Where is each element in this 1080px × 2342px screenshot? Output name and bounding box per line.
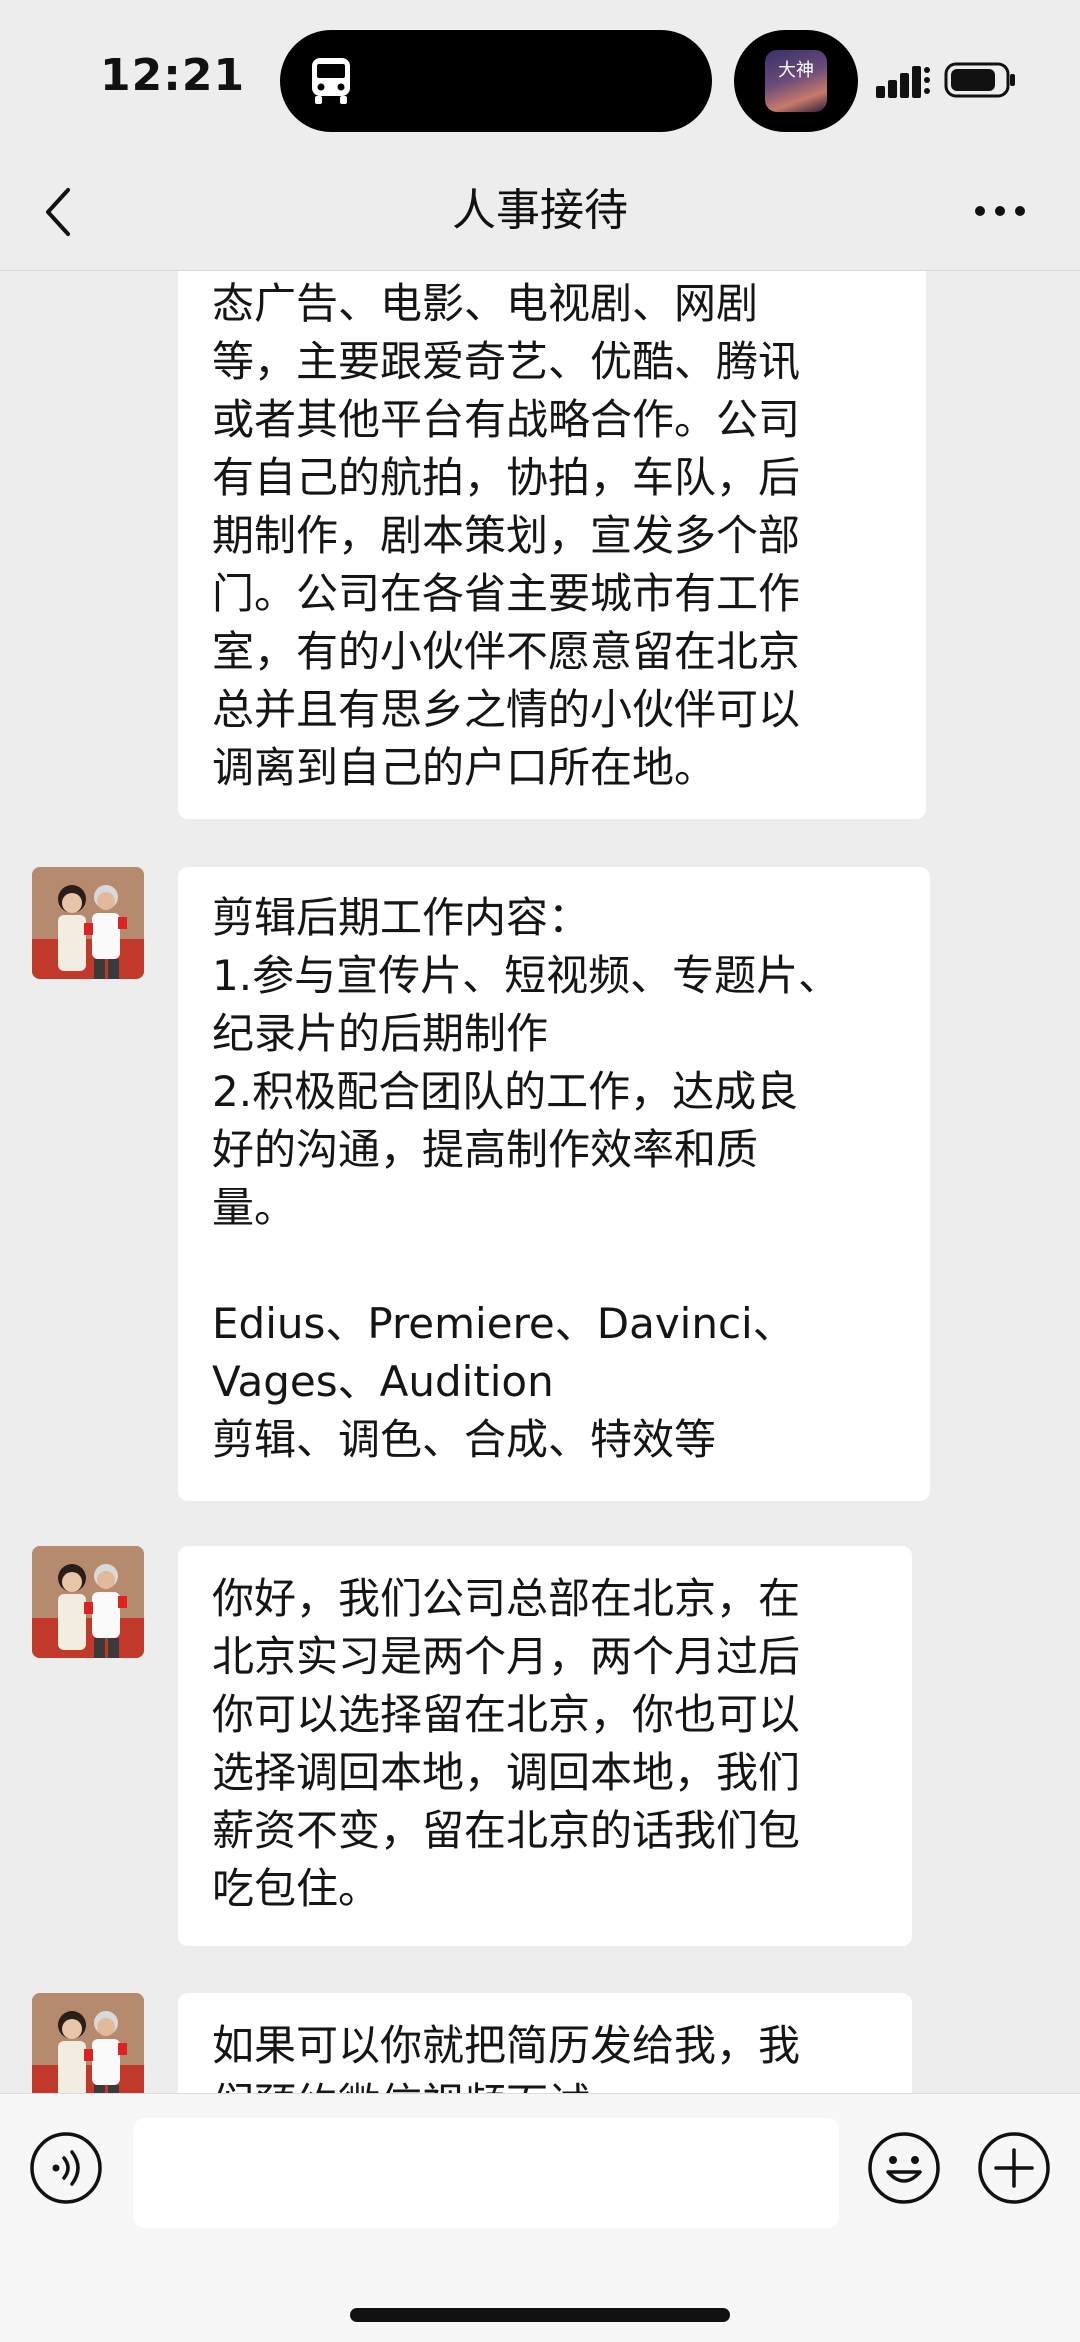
bus-icon bbox=[312, 58, 350, 104]
status-bar: 12:21 大神 bbox=[0, 0, 1080, 160]
status-time: 12:21 bbox=[100, 50, 246, 101]
message-line: 如果可以你就把简历发给我，我 bbox=[212, 2021, 801, 2070]
message-line: 期制作，剧本策划，宣发多个部 bbox=[212, 511, 801, 560]
voice-input-icon[interactable] bbox=[28, 2130, 104, 2206]
message-line: 纪录片的后期制作 bbox=[212, 1009, 549, 1058]
message-line: 剪辑、调色、合成、特效等 bbox=[212, 1415, 717, 1464]
plus-icon[interactable] bbox=[976, 2130, 1052, 2206]
message-line: 有自己的航拍，协拍，车队，后 bbox=[212, 453, 801, 502]
message-line: 或者其他平台有战略合作。公司 bbox=[212, 395, 801, 444]
message-bubble[interactable]: 态广告、电影、电视剧、网剧 等，主要跟爱奇艺、优酷、腾讯 或者其他平台有战略合作… bbox=[178, 271, 926, 819]
message-line: 量。 bbox=[212, 1183, 297, 1232]
message-line: 剪辑后期工作内容： bbox=[212, 893, 591, 942]
avatar[interactable] bbox=[32, 1546, 144, 1658]
battery-icon bbox=[944, 62, 1015, 98]
message-line: Vages、Audition bbox=[212, 1357, 554, 1406]
input-bar bbox=[0, 2093, 1080, 2342]
back-chevron-icon[interactable] bbox=[40, 182, 80, 242]
message-line: 1.参与宣传片、短视频、专题片、 bbox=[212, 951, 841, 1000]
more-options-icon[interactable] bbox=[970, 196, 1030, 226]
signal-icon bbox=[876, 66, 930, 98]
message-line: 薪资不变，留在北京的话我们包 bbox=[212, 1806, 801, 1855]
album-art-text: 大神 bbox=[778, 60, 814, 81]
message-list[interactable]: 态广告、电影、电视剧、网剧 等，主要跟爱奇艺、优酷、腾讯 或者其他平台有战略合作… bbox=[0, 271, 1080, 2093]
message-line: 等，主要跟爱奇艺、优酷、腾讯 bbox=[212, 337, 801, 386]
message-line: 总并且有思乡之情的小伙伴可以 bbox=[212, 685, 801, 734]
album-art: 大神 bbox=[765, 50, 827, 112]
message-line: 选择调回本地，调回本地，我们 bbox=[212, 1748, 801, 1797]
message-line: Edius、Premiere、Davinci、 bbox=[212, 1299, 795, 1348]
message-input[interactable] bbox=[133, 2118, 839, 2228]
message-line: 好的沟通，提高制作效率和质 bbox=[212, 1125, 759, 1174]
avatar-photo-icon bbox=[32, 1993, 144, 2093]
home-indicator[interactable] bbox=[350, 2308, 730, 2322]
avatar-photo-icon bbox=[32, 867, 144, 979]
message-line: 室，有的小伙伴不愿意留在北京 bbox=[212, 627, 801, 676]
avatar[interactable] bbox=[32, 867, 144, 979]
avatar-photo-icon bbox=[32, 1546, 144, 1658]
chat-title: 人事接待 bbox=[452, 185, 628, 236]
message-line: 门。公司在各省主要城市有工作 bbox=[212, 569, 801, 618]
message-bubble[interactable]: 剪辑后期工作内容： 1.参与宣传片、短视频、专题片、 纪录片的后期制作 2.积极… bbox=[178, 867, 930, 1501]
message-line: 吃包住。 bbox=[212, 1864, 381, 1913]
now-playing-pill[interactable]: 大神 bbox=[734, 30, 858, 132]
message-line: 们预约微信视频面试 bbox=[212, 2075, 878, 2093]
avatar[interactable] bbox=[32, 1993, 144, 2093]
emoji-icon[interactable] bbox=[866, 2130, 942, 2206]
message-line: 调离到自己的户口所在地。 bbox=[212, 743, 717, 792]
message-bubble[interactable]: 如果可以你就把简历发给我，我 们预约微信视频面试 bbox=[178, 1993, 912, 2093]
message-line: 你好，我们公司总部在北京，在 bbox=[212, 1574, 801, 1623]
message-bubble[interactable]: 你好，我们公司总部在北京，在 北京实习是两个月，两个月过后 你可以选择留在北京，… bbox=[178, 1546, 912, 1946]
message-line: 2.积极配合团队的工作，达成良 bbox=[212, 1067, 799, 1116]
message-line: 北京实习是两个月，两个月过后 bbox=[212, 1632, 801, 1681]
message-line: 你可以选择留在北京，你也可以 bbox=[212, 1690, 801, 1739]
chat-header: 人事接待 bbox=[0, 160, 1080, 271]
dynamic-island[interactable] bbox=[280, 30, 712, 132]
message-line: 态广告、电影、电视剧、网剧 bbox=[212, 279, 759, 328]
